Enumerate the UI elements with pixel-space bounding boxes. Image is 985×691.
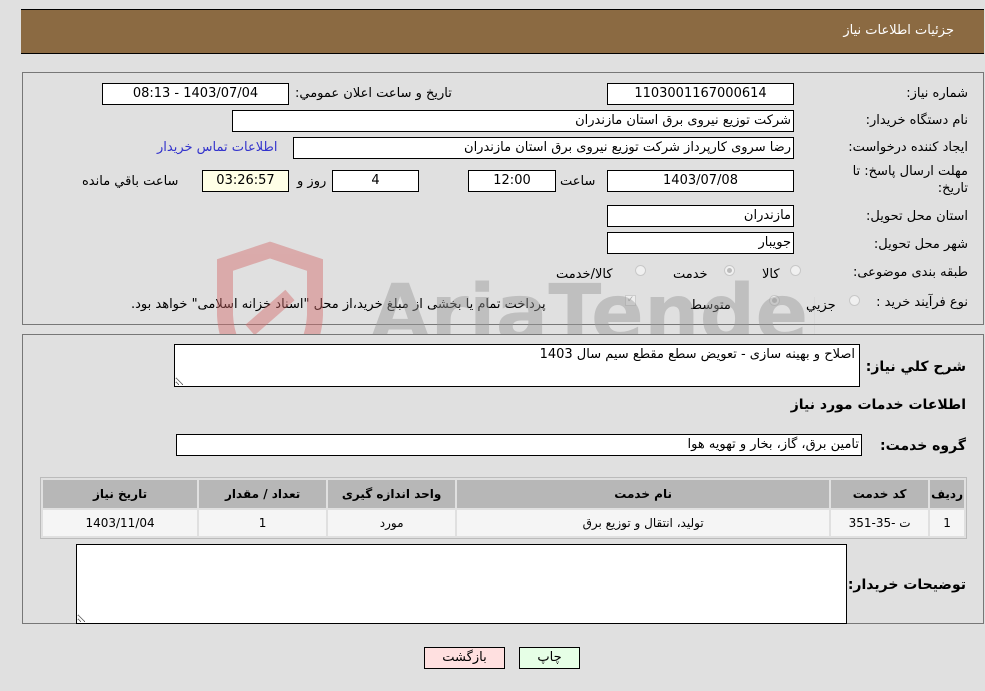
category-radio-service[interactable] [724,265,735,276]
buyer-notes-label: توضیحات خریدار: [847,577,966,593]
page-title: جزئیات اطلاعات نیاز [843,23,954,38]
category-goods-service-label: کالا/خدمت [556,267,613,282]
need-number-field[interactable]: 1103001167000614 [607,83,794,105]
creator-label: ایجاد کننده درخواست: [848,140,968,155]
back-button[interactable]: بازگشت [424,647,505,669]
creator-field[interactable]: رضا سروی کارپرداز شرکت توزیع نیروی برق ا… [293,137,794,159]
announce-date-label: تاریخ و ساعت اعلان عمومي: [295,86,452,101]
col-unit: واحد اندازه گیری [328,480,456,508]
province-label: استان محل تحویل: [866,209,968,224]
col-service-name: نام خدمت [457,480,830,508]
print-button[interactable]: چاپ [519,647,580,669]
buyer-org-field[interactable]: شرکت توزیع نیروی برق استان مازندران [232,110,794,132]
cell-unit: مورد [328,510,456,536]
col-service-code: کد خدمت [831,480,929,508]
city-field[interactable]: جویبار [607,232,794,254]
deadline-label-line2: تاریخ: [937,181,968,196]
services-section-title: اطلاعات خدمات مورد نیاز [790,397,966,413]
category-service-label: خدمت [673,267,708,282]
process-radio-minor[interactable] [849,295,860,306]
page-header: جزئیات اطلاعات نیاز [21,9,984,54]
province-field[interactable]: مازندران [607,205,794,227]
remaining-time-field[interactable]: 03:26:57 [202,170,289,192]
summary-textarea[interactable]: اصلاح و بهینه سازی - تعویض سطع مقطع سیم … [174,344,860,387]
buyer-contact-link[interactable]: اطلاعات تماس خریدار [157,140,277,155]
deadline-time-field[interactable]: 12:00 [468,170,556,192]
cell-row: 1 [930,510,964,536]
category-label: طبقه بندی موضوعی: [852,265,968,280]
col-row: ردیف [930,480,964,508]
category-radio-goods-service[interactable] [635,265,646,276]
services-table: ردیف کد خدمت نام خدمت واحد اندازه گیری ت… [40,477,967,539]
days-remaining-field[interactable]: 4 [332,170,419,192]
need-number-label: شماره نیاز: [906,86,968,101]
cell-quantity: 1 [199,510,327,536]
category-goods-label: کالا [762,267,780,282]
process-radio-medium[interactable] [769,295,780,306]
table-row: 1 ت -35-351 تولید، انتقال و توزیع برق مو… [43,510,964,536]
announce-date-field[interactable]: 1403/07/04 - 08:13 [102,83,289,105]
process-medium-label: متوسط [690,298,731,313]
cell-need-date: 1403/11/04 [43,510,198,536]
city-label: شهر محل تحویل: [873,237,968,252]
need-details-panel: شماره نیاز: 1103001167000614 تاریخ و ساع… [22,72,984,325]
days-label: روز و [297,174,327,189]
treasury-text: پرداخت تمام یا بخشی از مبلغ خرید،از محل … [131,297,546,312]
process-minor-label: جزيي [806,298,836,313]
remaining-time-label: ساعت باقي مانده [82,174,179,189]
col-quantity: تعداد / مقدار [199,480,327,508]
services-panel: شرح کلي نیاز: اصلاح و بهینه سازی - تعویض… [22,334,984,624]
deadline-time-label: ساعت [560,174,596,189]
service-group-field[interactable]: تامین برق، گاز، بخار و تهویه هوا [176,434,862,456]
col-need-date: تاریخ نیاز [43,480,198,508]
process-label: نوع فرآیند خرید : [876,295,968,310]
buyer-notes-textarea[interactable] [76,544,847,624]
buyer-org-label: نام دستگاه خریدار: [865,113,968,128]
deadline-label-line1: مهلت ارسال پاسخ: تا [852,164,968,179]
services-table-header: ردیف کد خدمت نام خدمت واحد اندازه گیری ت… [43,480,964,508]
category-radio-goods[interactable] [790,265,801,276]
treasury-checkbox[interactable]: ✓ [625,295,636,306]
summary-label: شرح کلي نیاز: [865,359,966,375]
cell-service-name: تولید، انتقال و توزیع برق [457,510,830,536]
service-group-label: گروه خدمت: [880,438,966,454]
cell-service-code: ت -35-351 [831,510,929,536]
deadline-date-field[interactable]: 1403/07/08 [607,170,794,192]
